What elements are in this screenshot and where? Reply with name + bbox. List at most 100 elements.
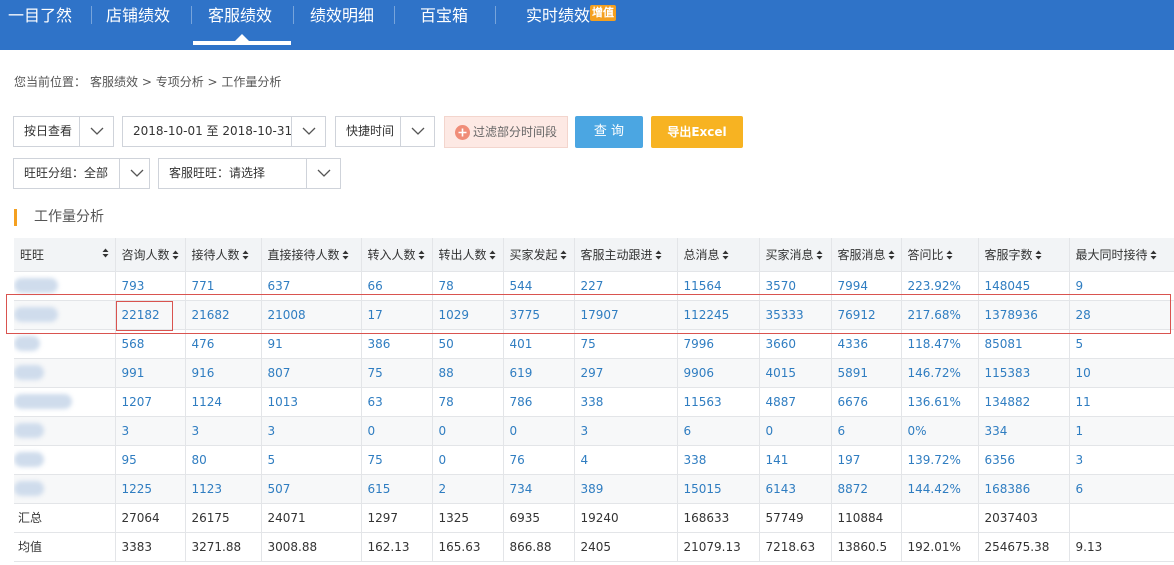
- table-cell[interactable]: 11563: [677, 387, 760, 417]
- sort-icon[interactable]: [888, 250, 895, 260]
- table-row[interactable]: 3 3 3 0 0 0 3 6 0 6 0% 334 1: [14, 416, 1174, 446]
- table-cell[interactable]: 141: [759, 445, 832, 475]
- nav-item-toolbox[interactable]: 百宝箱: [420, 0, 468, 50]
- table-cell[interactable]: 1013: [261, 387, 362, 417]
- table-cell[interactable]: 3: [574, 416, 678, 446]
- table-cell[interactable]: 0: [432, 416, 504, 446]
- table-cell[interactable]: 0: [503, 416, 575, 446]
- table-cell[interactable]: 1225: [115, 474, 186, 504]
- table-cell[interactable]: 95: [115, 445, 186, 475]
- table-cell[interactable]: 0: [759, 416, 832, 446]
- table-cell[interactable]: 8872: [831, 474, 902, 504]
- table-cell[interactable]: 297: [574, 358, 678, 388]
- sort-icon[interactable]: [342, 250, 349, 260]
- table-cell[interactable]: 6356: [978, 445, 1070, 475]
- table-cell[interactable]: 15015: [677, 474, 760, 504]
- table-cell[interactable]: 338: [677, 445, 760, 475]
- table-cell[interactable]: 10: [1069, 358, 1174, 388]
- cs-ww-select[interactable]: 客服旺旺：请选择: [158, 158, 341, 189]
- filter-time-period-button[interactable]: 过滤部分时间段: [444, 116, 568, 148]
- sort-icon[interactable]: [722, 250, 729, 260]
- table-cell[interactable]: 0%: [901, 416, 979, 446]
- table-cell[interactable]: 338: [574, 387, 678, 417]
- date-range-picker[interactable]: 2018-10-01 至 2018-10-31: [122, 116, 326, 147]
- table-row[interactable]: 1207 1124 1013 63 78 786 338 11563 4887 6676 136.6…: [14, 387, 1174, 417]
- sort-icon[interactable]: [946, 250, 953, 260]
- table-cell[interactable]: 5: [261, 445, 362, 475]
- table-cell[interactable]: 197: [831, 445, 902, 475]
- table-cell[interactable]: 1207: [115, 387, 186, 417]
- table-cell[interactable]: 146.72%: [901, 358, 979, 388]
- sort-icon[interactable]: [655, 250, 662, 260]
- table-cell[interactable]: 136.61%: [901, 387, 979, 417]
- table-cell[interactable]: 75: [361, 358, 433, 388]
- table-cell[interactable]: 734: [503, 474, 575, 504]
- column-header[interactable]: 客服字数: [978, 238, 1070, 272]
- sort-icon[interactable]: [1150, 250, 1157, 260]
- table-cell[interactable]: 75: [361, 445, 433, 475]
- table-cell[interactable]: 991: [115, 358, 186, 388]
- table-row[interactable]: 1225 1123 507 615 2 734 389 15015 6143 8872 144.42…: [14, 474, 1174, 504]
- column-header[interactable]: 最大同时接待: [1069, 238, 1174, 272]
- sort-icon[interactable]: [816, 250, 823, 260]
- export-excel-button[interactable]: 导出Excel: [651, 116, 743, 148]
- sort-icon[interactable]: [418, 250, 425, 260]
- nav-item-performance-detail[interactable]: 绩效明细: [310, 0, 374, 50]
- table-cell[interactable]: 6676: [831, 387, 902, 417]
- table-cell[interactable]: 76: [503, 445, 575, 475]
- sort-icon[interactable]: [102, 248, 109, 258]
- table-cell[interactable]: 6: [677, 416, 760, 446]
- table-cell[interactable]: 0: [361, 416, 433, 446]
- column-header[interactable]: 买家消息: [759, 238, 832, 272]
- column-header[interactable]: 买家发起: [503, 238, 575, 272]
- sort-icon[interactable]: [560, 250, 567, 260]
- table-cell[interactable]: 4887: [759, 387, 832, 417]
- table-cell[interactable]: 1124: [185, 387, 262, 417]
- column-header[interactable]: 转入人数: [361, 238, 433, 272]
- chevron-down-icon[interactable]: [400, 117, 434, 146]
- table-cell[interactable]: 5891: [831, 358, 902, 388]
- column-header[interactable]: 接待人数: [185, 238, 262, 272]
- table-cell[interactable]: 88: [432, 358, 504, 388]
- table-cell[interactable]: 3: [115, 416, 186, 446]
- table-cell[interactable]: 916: [185, 358, 262, 388]
- column-header[interactable]: 转出人数: [432, 238, 504, 272]
- column-header[interactable]: 直接接待人数: [261, 238, 362, 272]
- table-cell[interactable]: 6: [831, 416, 902, 446]
- table-cell[interactable]: 168386: [978, 474, 1070, 504]
- table-cell[interactable]: 80: [185, 445, 262, 475]
- nav-item-realtime[interactable]: 实时绩效 增值: [526, 0, 617, 50]
- table-cell[interactable]: 786: [503, 387, 575, 417]
- sort-icon[interactable]: [242, 250, 249, 260]
- table-cell[interactable]: 0: [432, 445, 504, 475]
- column-header-wangwang[interactable]: 旺旺: [14, 238, 116, 272]
- sort-icon[interactable]: [1035, 250, 1042, 260]
- table-cell[interactable]: 6143: [759, 474, 832, 504]
- table-row[interactable]: 991 916 807 75 88 619 297 9906 4015 5891 146.72% 11…: [14, 358, 1174, 388]
- chevron-down-icon[interactable]: [291, 117, 325, 146]
- table-cell[interactable]: 3: [185, 416, 262, 446]
- table-cell[interactable]: 507: [261, 474, 362, 504]
- nav-item-overview[interactable]: 一目了然: [8, 0, 72, 50]
- sort-icon[interactable]: [172, 250, 179, 260]
- chevron-down-icon[interactable]: [79, 117, 113, 146]
- sort-icon[interactable]: [489, 250, 496, 260]
- table-cell[interactable]: 63: [361, 387, 433, 417]
- breadcrumb-path[interactable]: 客服绩效 > 专项分析 > 工作量分析: [90, 75, 281, 89]
- table-cell[interactable]: 4015: [759, 358, 832, 388]
- table-cell[interactable]: 6: [1069, 474, 1174, 504]
- table-row[interactable]: 95 80 5 75 0 76 4 338 141 197 139.72% 6356 3: [14, 445, 1174, 475]
- chevron-down-icon[interactable]: [306, 159, 340, 188]
- table-cell[interactable]: 3: [1069, 445, 1174, 475]
- column-header[interactable]: 总消息: [677, 238, 760, 272]
- table-cell[interactable]: 134882: [978, 387, 1070, 417]
- column-header[interactable]: 客服主动跟进: [574, 238, 678, 272]
- table-cell[interactable]: 1123: [185, 474, 262, 504]
- view-mode-select[interactable]: 按日查看: [13, 116, 114, 147]
- table-cell[interactable]: 3: [261, 416, 362, 446]
- column-header[interactable]: 客服消息: [831, 238, 902, 272]
- table-cell[interactable]: 11: [1069, 387, 1174, 417]
- table-cell[interactable]: 4: [574, 445, 678, 475]
- table-cell[interactable]: 139.72%: [901, 445, 979, 475]
- table-cell[interactable]: 334: [978, 416, 1070, 446]
